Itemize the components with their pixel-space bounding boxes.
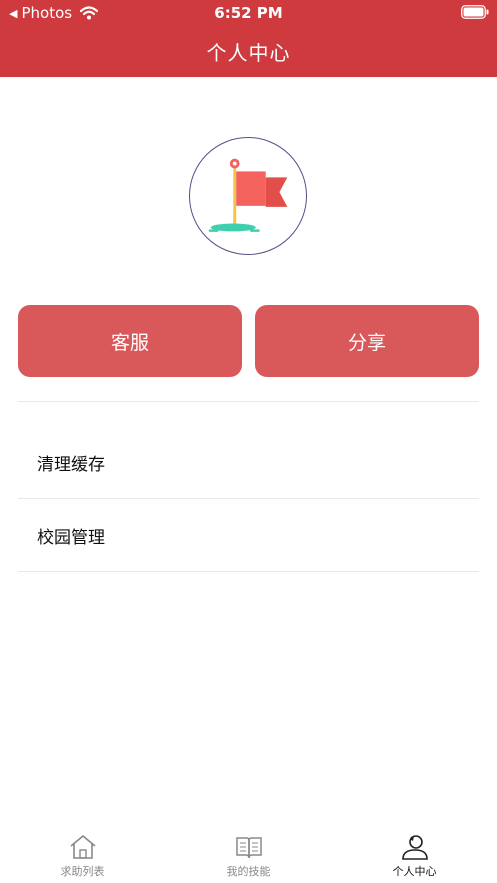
battery-icon [461,5,489,19]
tab-my-skills[interactable]: 我的技能 [166,820,331,883]
status-bar: ◀ Photos 6:52 PM [0,0,497,26]
home-icon [69,835,96,859]
menu-item-clear-cache[interactable]: 清理缓存 [18,426,479,498]
tab-help-list[interactable]: 求助列表 [0,820,165,883]
tab-personal-center[interactable]: 个人中心 [332,820,497,883]
divider [18,401,479,402]
tab-label: 求助列表 [60,865,105,878]
status-time: 6:52 PM [214,4,283,22]
avatar[interactable] [189,137,307,255]
menu-item-campus-management[interactable]: 校园管理 [18,499,479,571]
page-title: 个人中心 [206,41,291,65]
person-icon [401,835,428,860]
tab-label: 个人中心 [392,865,437,878]
tab-bar: 求助列表 我的技能 个人中心 [0,820,497,883]
share-button[interactable]: 分享 [255,305,479,377]
top-header: ◀ Photos 6:52 PM 个人中心 [0,0,497,77]
book-icon [235,837,262,859]
customer-service-button[interactable]: 客服 [18,305,242,377]
flag-icon [208,158,288,232]
divider [18,571,479,572]
tab-label: 我的技能 [226,865,271,878]
